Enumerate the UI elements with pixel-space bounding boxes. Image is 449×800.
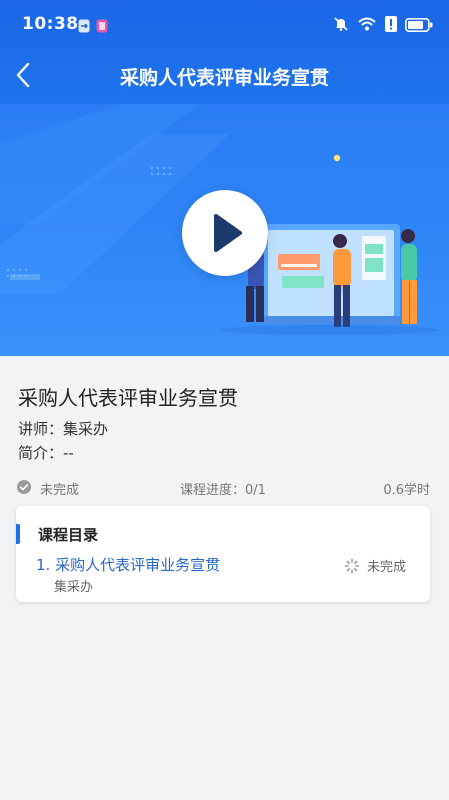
video-banner[interactable] xyxy=(0,104,449,356)
intro-value: -- xyxy=(63,444,74,462)
course-catalog-card: 课程目录 1. 采购人代表评审业务宣贯 集采办 未完成 xyxy=(16,506,430,602)
play-button[interactable] xyxy=(182,190,268,276)
completion-status: 未完成 xyxy=(40,483,80,498)
notification-icons xyxy=(78,18,108,37)
teacher-label: 讲师： xyxy=(18,420,64,438)
course-status-row: 未完成 课程进度：0/1 0.6学时 xyxy=(16,478,436,498)
intro-label: 简介： xyxy=(18,444,64,462)
usb-icon xyxy=(78,18,90,37)
teacher-name: 集采办 xyxy=(63,420,109,438)
catalog-accent-bar xyxy=(16,524,20,544)
loading-circle-icon xyxy=(344,558,360,578)
check-circle-icon xyxy=(16,479,32,499)
teacher-row: 讲师：集采办 xyxy=(18,418,108,439)
status-bar: 10:38 xyxy=(0,0,449,46)
status-time: 10:38 xyxy=(22,14,79,34)
status-right-icons xyxy=(333,16,433,36)
mute-bell-icon xyxy=(333,16,349,36)
top-header: 10:38 采购人代表评审业务宣贯 xyxy=(0,0,449,104)
app-notification-icon xyxy=(96,18,108,37)
course-info: 采购人代表评审业务宣贯 讲师：集采办 简介：-- 未完成 课程进度：0/1 0.… xyxy=(0,356,449,506)
app-screen: 10:38 采购人代表评审业务宣贯 采购人代表评审业务宣贯 讲师：集采办 简介：… xyxy=(0,0,449,800)
lesson-item[interactable]: 1. 采购人代表评审业务宣贯 集采办 未完成 xyxy=(16,550,430,595)
lesson-status: 未完成 xyxy=(367,560,407,575)
progress-value: 0/1 xyxy=(245,483,266,498)
page-title: 采购人代表评审业务宣贯 xyxy=(119,67,329,89)
wifi-icon xyxy=(357,16,377,36)
progress-label: 课程进度： xyxy=(180,483,246,498)
course-title: 采购人代表评审业务宣贯 xyxy=(18,386,238,410)
course-progress: 课程进度：0/1 xyxy=(180,479,266,498)
alert-icon xyxy=(385,16,397,36)
course-hours: 0.6学时 xyxy=(383,483,430,498)
play-icon xyxy=(214,214,242,252)
battery-icon xyxy=(405,17,433,36)
lesson-title[interactable]: 1. 采购人代表评审业务宣贯 xyxy=(36,554,220,575)
lesson-subtitle: 集采办 xyxy=(54,580,94,595)
catalog-title: 课程目录 xyxy=(38,526,99,544)
intro-row: 简介：-- xyxy=(18,442,74,463)
